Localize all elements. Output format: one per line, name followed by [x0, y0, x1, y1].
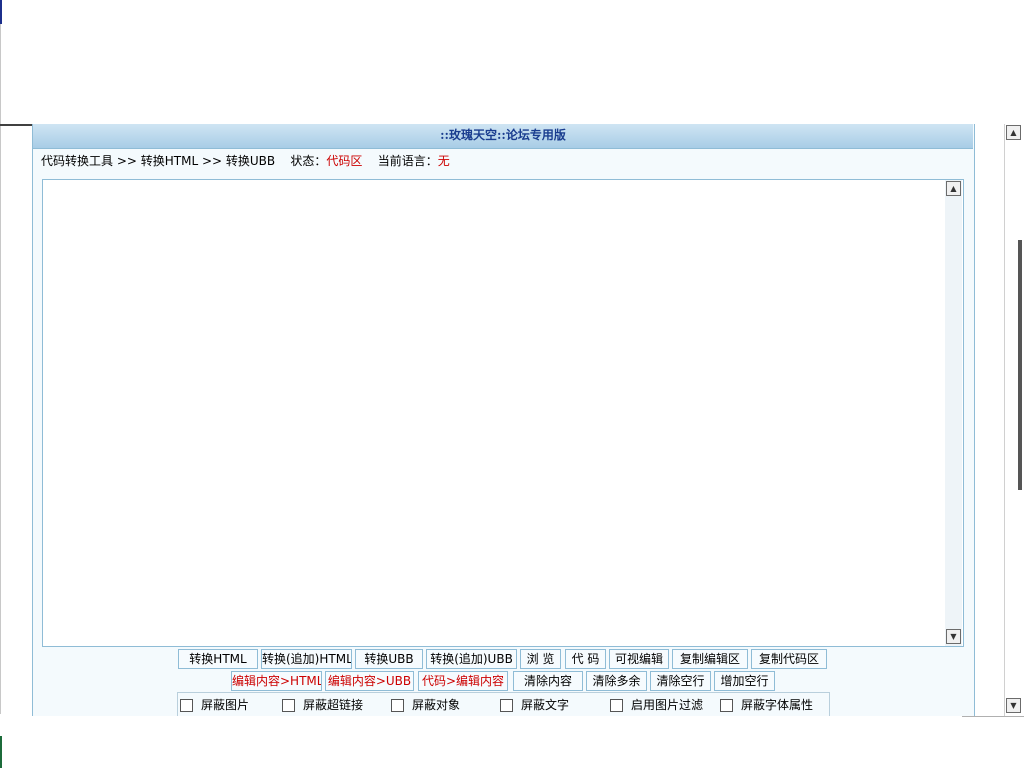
checkbox-icon[interactable]: [500, 699, 513, 712]
convert-ubb-button[interactable]: 转换UBB: [355, 649, 423, 669]
option-block-font-attributes[interactable]: 屏蔽字体属性: [720, 696, 813, 714]
code-button[interactable]: 代 码: [565, 649, 606, 669]
window-edge-marker: [0, 0, 2, 24]
copy-code-area-button[interactable]: 复制代码区: [751, 649, 827, 669]
option-block-links[interactable]: 屏蔽超链接: [282, 696, 363, 714]
option-image-filter[interactable]: 启用图片过滤: [610, 696, 703, 714]
edit-to-html-button[interactable]: 编辑内容>HTML: [231, 671, 322, 691]
state-value: 代码区: [326, 154, 363, 168]
convert-append-html-button[interactable]: 转换(追加)HTML: [261, 649, 352, 669]
checkbox-icon[interactable]: [282, 699, 295, 712]
convert-append-ubb-button[interactable]: 转换(追加)UBB: [426, 649, 517, 669]
scroll-down-icon[interactable]: ▼: [946, 629, 961, 644]
clear-content-button[interactable]: 清除内容: [513, 671, 583, 691]
bottom-edge-marker: [0, 736, 2, 768]
page-scroll-down-icon[interactable]: ▼: [1006, 698, 1021, 713]
option-block-text[interactable]: 屏蔽文字: [500, 696, 569, 714]
breadcrumb: 代码转换工具 >> 转换HTML >> 转换UBB: [41, 154, 276, 168]
edit-to-ubb-button[interactable]: 编辑内容>UBB: [325, 671, 414, 691]
language-label: 当前语言：: [377, 154, 438, 168]
checkbox-icon[interactable]: [180, 699, 193, 712]
status-line: 代码转换工具 >> 转换HTML >> 转换UBB 状态：代码区 当前语言：无: [41, 152, 450, 170]
code-editor-textarea[interactable]: [42, 179, 964, 647]
convert-html-button[interactable]: 转换HTML: [178, 649, 258, 669]
preview-button[interactable]: 浏 览: [520, 649, 561, 669]
visual-edit-button[interactable]: 可视编辑: [609, 649, 669, 669]
language-value: 无: [437, 154, 450, 168]
code-to-edit-button[interactable]: 代码>编辑内容: [418, 671, 508, 691]
checkbox-icon[interactable]: [720, 699, 733, 712]
scroll-up-icon[interactable]: ▲: [946, 181, 961, 196]
bottom-rule: [962, 716, 1024, 717]
page-scroll-thumb[interactable]: [1018, 240, 1022, 490]
left-divider: [0, 24, 1, 714]
panel-title: ::玫瑰天空::论坛专用版: [33, 124, 973, 149]
editor-scrollbar[interactable]: ▲ ▼: [945, 180, 962, 646]
copy-edit-area-button[interactable]: 复制编辑区: [672, 649, 748, 669]
option-block-images[interactable]: 屏蔽图片: [180, 696, 249, 714]
option-block-objects[interactable]: 屏蔽对象: [391, 696, 460, 714]
checkbox-icon[interactable]: [391, 699, 404, 712]
checkbox-icon[interactable]: [610, 699, 623, 712]
clear-blank-lines-button[interactable]: 清除空行: [650, 671, 711, 691]
state-label: 状态：: [290, 154, 327, 168]
clear-extra-button[interactable]: 清除多余: [586, 671, 647, 691]
page-scroll-up-icon[interactable]: ▲: [1006, 125, 1021, 140]
bottom-area: [0, 716, 1024, 768]
add-blank-lines-button[interactable]: 增加空行: [714, 671, 775, 691]
